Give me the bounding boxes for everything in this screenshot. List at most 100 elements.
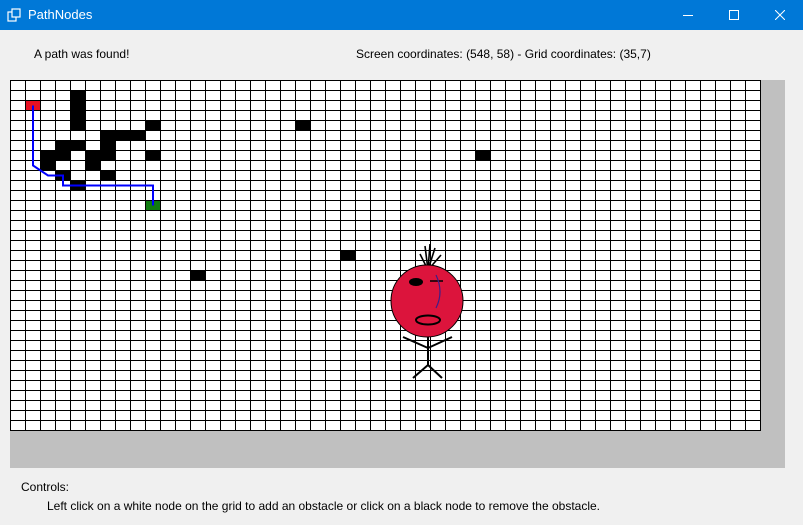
grid-node[interactable] xyxy=(715,160,731,171)
grid-node[interactable] xyxy=(670,130,686,141)
grid-node[interactable] xyxy=(25,390,41,401)
grid-node[interactable] xyxy=(100,410,116,421)
grid-node[interactable] xyxy=(205,120,221,131)
grid-node[interactable] xyxy=(580,350,596,361)
grid-node[interactable] xyxy=(190,390,206,401)
grid-node[interactable] xyxy=(100,310,116,321)
grid-node[interactable] xyxy=(565,110,581,121)
grid-node[interactable] xyxy=(40,240,56,251)
grid-node[interactable] xyxy=(55,320,71,331)
grid-node[interactable] xyxy=(325,130,341,141)
grid-node[interactable] xyxy=(625,300,641,311)
grid-node[interactable] xyxy=(565,180,581,191)
grid-node[interactable] xyxy=(70,270,86,281)
grid-node[interactable] xyxy=(460,320,476,331)
grid-node[interactable] xyxy=(280,280,296,291)
grid-node[interactable] xyxy=(535,350,551,361)
grid-node[interactable] xyxy=(580,180,596,191)
grid-node[interactable] xyxy=(685,160,701,171)
grid-node[interactable] xyxy=(745,180,761,191)
grid-node[interactable] xyxy=(475,180,491,191)
grid-node[interactable] xyxy=(535,420,551,431)
grid-node[interactable] xyxy=(295,210,311,221)
grid-node[interactable] xyxy=(685,400,701,411)
grid-node[interactable] xyxy=(685,170,701,181)
grid-node[interactable] xyxy=(310,400,326,411)
grid-node[interactable] xyxy=(670,270,686,281)
grid-node[interactable] xyxy=(685,110,701,121)
grid-node[interactable] xyxy=(460,90,476,101)
grid-node[interactable] xyxy=(535,120,551,131)
grid-node[interactable] xyxy=(175,180,191,191)
grid-node[interactable] xyxy=(475,110,491,121)
grid-node[interactable] xyxy=(415,140,431,151)
grid-node[interactable] xyxy=(520,130,536,141)
grid-node[interactable] xyxy=(655,120,671,131)
grid-node[interactable] xyxy=(265,290,281,301)
grid-node[interactable] xyxy=(370,230,386,241)
grid-node[interactable] xyxy=(610,110,626,121)
grid-node[interactable] xyxy=(550,400,566,411)
grid-node[interactable] xyxy=(100,160,116,171)
grid-node[interactable] xyxy=(220,250,236,261)
grid-node[interactable] xyxy=(595,290,611,301)
grid-node[interactable] xyxy=(280,160,296,171)
grid-node[interactable] xyxy=(205,290,221,301)
grid-node[interactable] xyxy=(10,260,26,271)
grid-node[interactable] xyxy=(295,250,311,261)
grid-node[interactable] xyxy=(385,180,401,191)
grid-node[interactable] xyxy=(595,270,611,281)
grid-node[interactable] xyxy=(145,420,161,431)
grid-node[interactable] xyxy=(700,330,716,341)
grid-node[interactable] xyxy=(235,410,251,421)
grid-node[interactable] xyxy=(640,370,656,381)
grid-node[interactable] xyxy=(10,110,26,121)
grid-node[interactable] xyxy=(535,220,551,231)
grid-node[interactable] xyxy=(640,180,656,191)
grid-node[interactable] xyxy=(220,100,236,111)
grid-node[interactable] xyxy=(220,140,236,151)
grid-node[interactable] xyxy=(475,370,491,381)
grid-node[interactable] xyxy=(250,90,266,101)
grid-node[interactable] xyxy=(265,380,281,391)
grid-node[interactable] xyxy=(625,340,641,351)
grid-node[interactable] xyxy=(325,110,341,121)
grid-node[interactable] xyxy=(130,100,146,111)
grid-node[interactable] xyxy=(115,110,131,121)
grid-node[interactable] xyxy=(535,210,551,221)
grid-node[interactable] xyxy=(295,400,311,411)
grid-node[interactable] xyxy=(505,230,521,241)
grid-node[interactable] xyxy=(145,140,161,151)
grid-node[interactable] xyxy=(550,230,566,241)
grid-node[interactable] xyxy=(280,100,296,111)
obstacle-node[interactable] xyxy=(55,140,71,151)
grid-node[interactable] xyxy=(250,160,266,171)
grid-node[interactable] xyxy=(520,340,536,351)
grid-node[interactable] xyxy=(625,420,641,431)
grid-node[interactable] xyxy=(490,150,506,161)
grid-node[interactable] xyxy=(100,190,116,201)
grid-node[interactable] xyxy=(250,410,266,421)
grid-node[interactable] xyxy=(655,240,671,251)
grid-node[interactable] xyxy=(40,260,56,271)
grid-node[interactable] xyxy=(175,200,191,211)
grid-node[interactable] xyxy=(595,180,611,191)
grid-node[interactable] xyxy=(670,350,686,361)
grid-node[interactable] xyxy=(250,380,266,391)
grid-node[interactable] xyxy=(730,160,746,171)
grid-node[interactable] xyxy=(10,100,26,111)
grid-node[interactable] xyxy=(265,270,281,281)
grid-node[interactable] xyxy=(610,320,626,331)
grid-node[interactable] xyxy=(235,400,251,411)
grid-node[interactable] xyxy=(160,150,176,161)
grid-node[interactable] xyxy=(655,290,671,301)
grid-node[interactable] xyxy=(10,270,26,281)
grid-node[interactable] xyxy=(235,240,251,251)
grid-node[interactable] xyxy=(610,130,626,141)
grid-node[interactable] xyxy=(745,340,761,351)
grid-node[interactable] xyxy=(100,400,116,411)
grid-node[interactable] xyxy=(145,170,161,181)
grid-node[interactable] xyxy=(700,100,716,111)
grid-node[interactable] xyxy=(100,90,116,101)
grid-node[interactable] xyxy=(505,160,521,171)
